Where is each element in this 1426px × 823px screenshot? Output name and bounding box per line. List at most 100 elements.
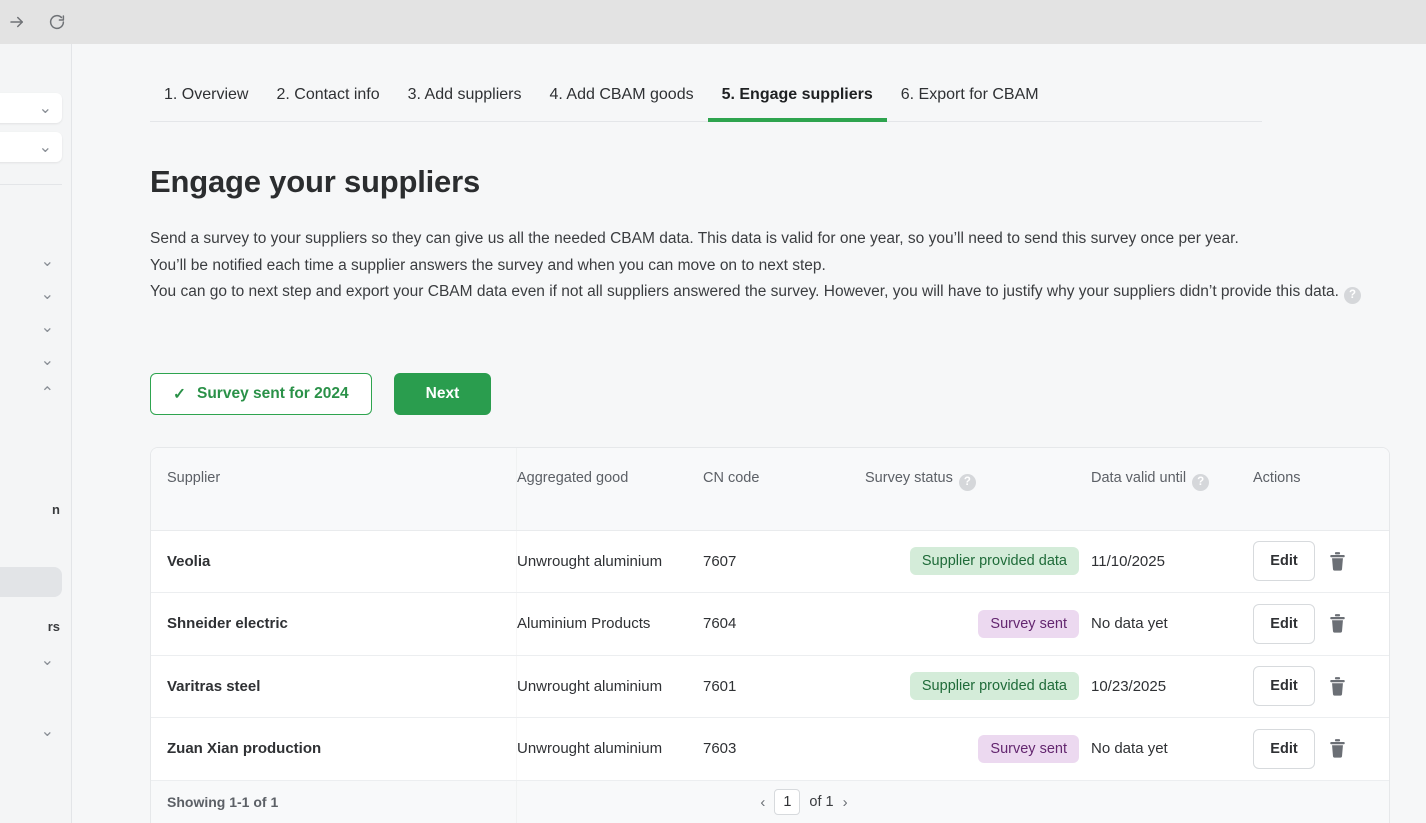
tab-contact-info[interactable]: 2. Contact info bbox=[262, 86, 393, 122]
page-title: Engage your suppliers bbox=[150, 164, 480, 199]
browser-toolbar bbox=[0, 0, 1426, 44]
tab-export-for-cbam[interactable]: 6. Export for CBAM bbox=[887, 86, 1053, 122]
cell-aggregated-good: Aluminium Products bbox=[517, 592, 703, 656]
trash-icon bbox=[1330, 739, 1345, 758]
next-page-button[interactable]: › bbox=[843, 795, 848, 810]
help-icon[interactable]: ? bbox=[1343, 287, 1361, 305]
column-header-supplier[interactable]: Supplier bbox=[151, 448, 517, 531]
column-header-actions: Actions bbox=[1253, 448, 1389, 531]
table-row: Varitras steel Unwrought aluminium 7601 … bbox=[151, 655, 1389, 718]
sidebar-item-selected[interactable] bbox=[0, 567, 62, 597]
column-header-data-valid-until-label: Data valid until bbox=[1091, 470, 1187, 486]
chevron-down-icon: ⌄ bbox=[40, 286, 54, 303]
forward-arrow-icon[interactable] bbox=[2, 7, 32, 37]
chevron-down-icon: ⌄ bbox=[40, 352, 54, 369]
cell-actions: Edit bbox=[1253, 717, 1389, 781]
column-header-data-valid-until[interactable]: Data valid until? bbox=[1091, 448, 1253, 531]
column-header-aggregated-good-label: Aggregated good bbox=[517, 470, 629, 486]
column-header-survey-status[interactable]: Survey status? bbox=[865, 448, 1091, 531]
description-paragraph-3-text: You can go to next step and export your … bbox=[150, 283, 1339, 300]
table-body: Veolia Unwrought aluminium 7607 Supplier… bbox=[151, 530, 1389, 823]
chevron-down-icon: ⌄ bbox=[40, 723, 54, 740]
page-description: Send a survey to your suppliers so they … bbox=[150, 226, 1376, 306]
help-icon[interactable]: ? bbox=[1192, 474, 1210, 492]
table-row: Shneider electric Aluminium Products 760… bbox=[151, 592, 1389, 656]
prev-page-button[interactable]: ‹ bbox=[760, 795, 765, 810]
chevron-down-icon: ⌄ bbox=[40, 319, 54, 336]
cell-actions: Edit bbox=[1253, 530, 1389, 593]
reload-icon[interactable] bbox=[42, 7, 72, 37]
sidebar-bottom-group-1[interactable]: ⌄ bbox=[0, 647, 62, 673]
cell-data-valid-until: 11/10/2025 bbox=[1091, 530, 1253, 593]
sidebar-bottom-group-2[interactable]: ⌄ bbox=[0, 718, 62, 744]
chevron-down-icon: ⌄ bbox=[40, 253, 54, 270]
trash-icon bbox=[1330, 614, 1345, 633]
edit-button[interactable]: Edit bbox=[1253, 603, 1315, 644]
table-footer-row: Showing 1-1 of 1 ‹ 1 of 1 › bbox=[151, 780, 1389, 823]
tab-add-cbam-goods[interactable]: 4. Add CBAM goods bbox=[536, 86, 708, 122]
delete-button[interactable] bbox=[1329, 676, 1346, 696]
showing-count: Showing 1-1 of 1 bbox=[151, 780, 517, 823]
cell-supplier: Zuan Xian production bbox=[151, 717, 517, 781]
survey-sent-label: Survey sent for 2024 bbox=[197, 385, 349, 402]
tab-engage-suppliers[interactable]: 5. Engage suppliers bbox=[707, 86, 887, 122]
footer-spacer bbox=[1091, 780, 1389, 823]
page-count-label: of 1 bbox=[809, 794, 834, 811]
cell-data-valid-until: 10/23/2025 bbox=[1091, 655, 1253, 718]
chevron-down-icon: ⌄ bbox=[40, 652, 54, 669]
chevron-down-icon: ⌄ bbox=[38, 100, 52, 117]
trash-icon bbox=[1330, 551, 1345, 571]
cell-actions: Edit bbox=[1253, 655, 1389, 718]
sidebar-select-2[interactable]: ⌄ bbox=[0, 132, 62, 162]
step-tabs: 1. Overview 2. Contact info 3. Add suppl… bbox=[150, 86, 1262, 122]
pagination: ‹ 1 of 1 › bbox=[517, 780, 1091, 823]
table-head: Supplier Aggregated good CN code Survey … bbox=[151, 448, 1389, 531]
help-icon[interactable]: ? bbox=[958, 474, 976, 492]
description-paragraph-2: You’ll be notified each time a supplier … bbox=[150, 256, 826, 274]
next-button[interactable]: Next bbox=[393, 373, 492, 415]
sidebar-group-3[interactable]: ⌄ bbox=[0, 314, 62, 340]
cell-data-valid-until: No data yet bbox=[1091, 592, 1253, 656]
cell-survey-status: Survey sent bbox=[865, 717, 1091, 781]
cell-aggregated-good: Unwrought aluminium bbox=[517, 530, 703, 593]
cell-supplier: Veolia bbox=[151, 530, 517, 593]
survey-sent-button[interactable]: ✓ Survey sent for 2024 bbox=[150, 373, 372, 415]
edit-button[interactable]: Edit bbox=[1253, 728, 1315, 769]
column-header-cn-code[interactable]: CN code bbox=[703, 448, 865, 531]
cell-survey-status: Supplier provided data bbox=[865, 655, 1091, 718]
sidebar-group-4[interactable]: ⌄ bbox=[0, 347, 62, 373]
edit-button[interactable]: Edit bbox=[1253, 666, 1315, 707]
suppliers-table-element: Supplier Aggregated good CN code Survey … bbox=[151, 448, 1389, 823]
status-badge: Supplier provided data bbox=[909, 547, 1079, 576]
sidebar-group-5[interactable]: ⌃ bbox=[0, 380, 62, 406]
table-header-row: Supplier Aggregated good CN code Survey … bbox=[151, 448, 1389, 531]
status-badge: Supplier provided data bbox=[909, 672, 1079, 701]
sidebar-group-1[interactable]: ⌄ bbox=[0, 248, 62, 274]
chevron-up-icon: ⌃ bbox=[40, 385, 54, 402]
cell-data-valid-until: No data yet bbox=[1091, 717, 1253, 781]
sidebar-group-2[interactable]: ⌄ bbox=[0, 281, 62, 307]
sidebar-item-label-clipped-1: n bbox=[52, 502, 60, 517]
cell-supplier: Varitras steel bbox=[151, 655, 517, 718]
description-paragraph-1: Send a survey to your suppliers so they … bbox=[150, 230, 1239, 247]
current-page-input[interactable]: 1 bbox=[774, 789, 801, 816]
cell-aggregated-good: Unwrought aluminium bbox=[517, 717, 703, 781]
edit-button[interactable]: Edit bbox=[1253, 541, 1315, 582]
column-header-aggregated-good[interactable]: Aggregated good bbox=[517, 448, 703, 531]
table-row: Veolia Unwrought aluminium 7607 Supplier… bbox=[151, 530, 1389, 593]
tab-overview[interactable]: 1. Overview bbox=[150, 86, 262, 122]
cell-cn-code: 7603 bbox=[703, 717, 865, 781]
description-paragraph-3: You can go to next step and export your … bbox=[150, 279, 1376, 306]
cell-cn-code: 7607 bbox=[703, 530, 865, 593]
delete-button[interactable] bbox=[1329, 551, 1346, 571]
cell-cn-code: 7601 bbox=[703, 655, 865, 718]
delete-button[interactable] bbox=[1329, 614, 1346, 633]
trash-icon bbox=[1330, 676, 1345, 696]
cell-cn-code: 7604 bbox=[703, 592, 865, 656]
delete-button[interactable] bbox=[1329, 739, 1346, 758]
column-header-survey-status-label: Survey status bbox=[865, 470, 953, 486]
tab-add-suppliers[interactable]: 3. Add suppliers bbox=[394, 86, 536, 122]
sidebar: ⌄ ⌄ ⌄ ⌄ ⌄ ⌄ ⌃ n rs ⌄ ⌄ bbox=[0, 44, 72, 823]
check-icon: ✓ bbox=[173, 385, 186, 403]
sidebar-select-1[interactable]: ⌄ bbox=[0, 93, 62, 123]
